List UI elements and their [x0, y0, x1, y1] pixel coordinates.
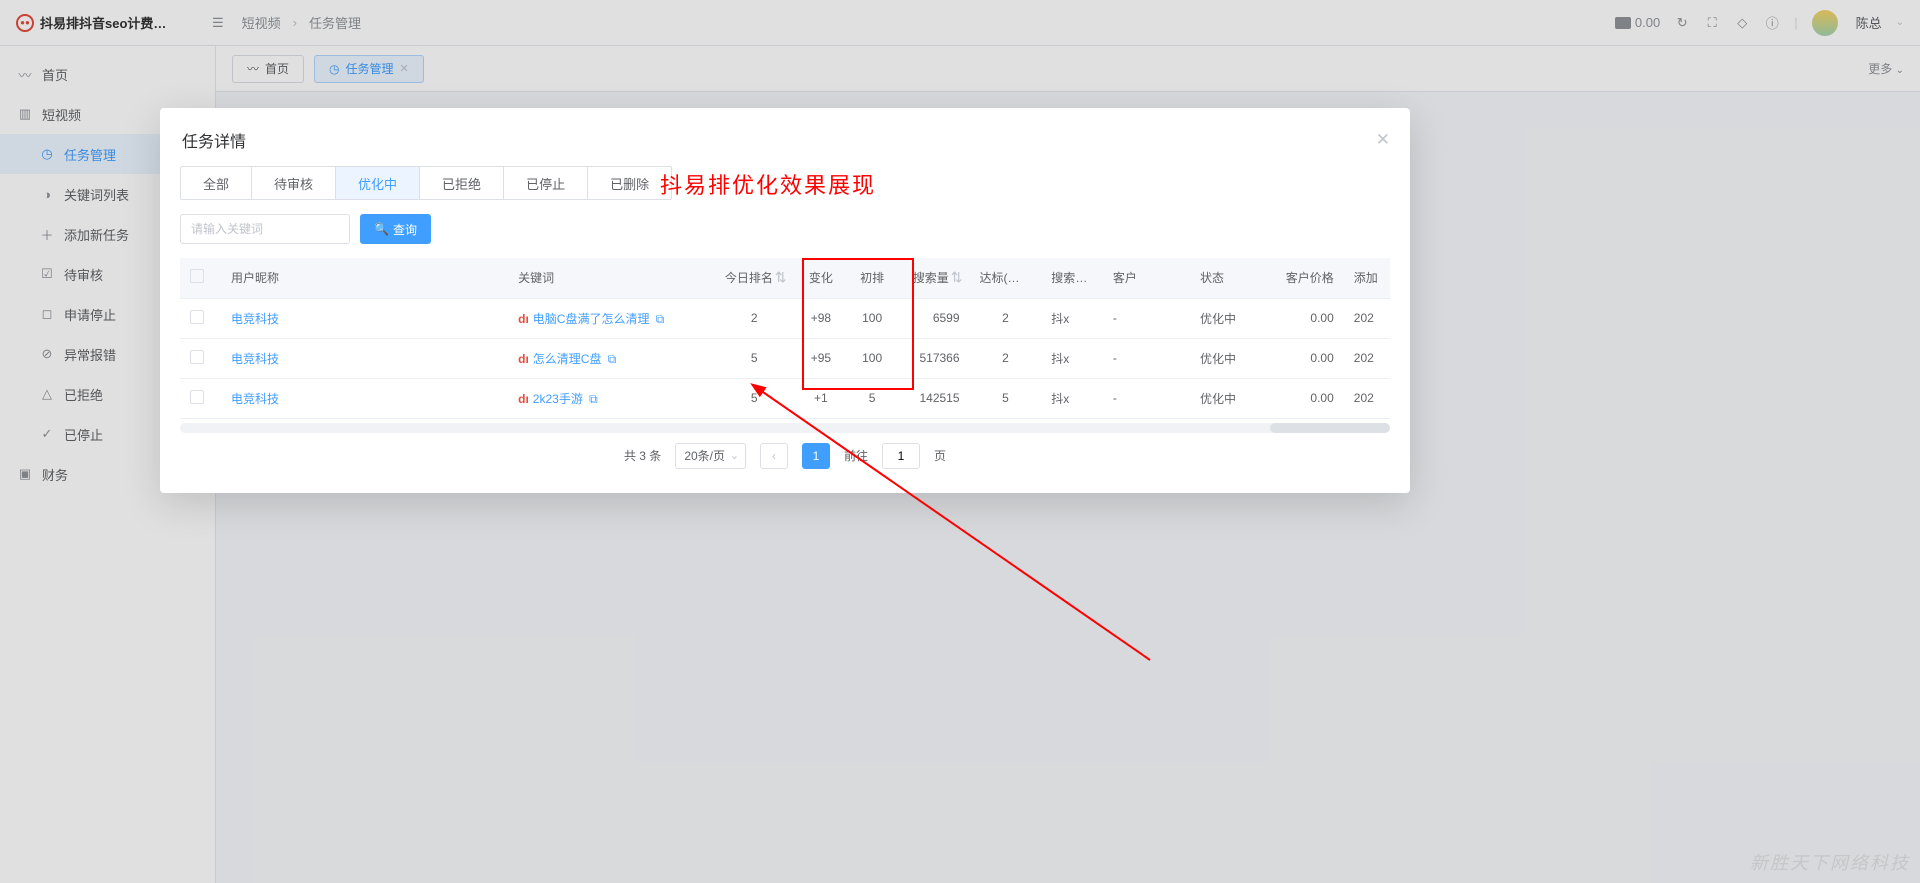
keyword-link[interactable]: 怎么清理C盘 — [533, 352, 602, 366]
external-link-icon[interactable]: ⧉ — [586, 392, 598, 406]
cell-days: 5 — [970, 378, 1042, 418]
col-keyword[interactable]: 关键词 — [508, 258, 713, 298]
search-icon: 🔍 — [374, 222, 389, 236]
sort-icon: ⇅ — [1026, 269, 1035, 285]
bars-icon: dı — [518, 352, 529, 366]
modal-title: 任务详情 — [182, 128, 246, 152]
modal-task-detail: 任务详情 ✕ 抖易排优化效果展现 全部待审核优化中已拒绝已停止已删除 🔍 查询 … — [160, 108, 1410, 493]
cell-keyword: dı 电脑C盘满了怎么清理 ⧉ — [508, 298, 713, 338]
cell-nickname: 电竞科技 — [221, 378, 508, 418]
cell-change: +98 — [795, 298, 846, 338]
col-initial[interactable]: 初排 — [847, 258, 898, 298]
page-size-select[interactable]: 20条/页 — [675, 443, 746, 469]
row-checkbox[interactable] — [180, 298, 221, 338]
cell-today-rank: 5 — [713, 378, 795, 418]
cell-status: 优化中 — [1190, 378, 1272, 418]
bars-icon: dı — [518, 312, 529, 326]
modal-header: 任务详情 ✕ — [160, 128, 1410, 166]
search-button[interactable]: 🔍 查询 — [360, 214, 431, 244]
col-today-rank[interactable]: 今日排名⇅ — [713, 258, 795, 298]
col-nickname[interactable]: 用户昵称 — [221, 258, 508, 298]
col-customer[interactable]: 客户 — [1103, 258, 1190, 298]
filter-tab-4[interactable]: 已停止 — [504, 167, 588, 199]
page-number-1[interactable]: 1 — [802, 443, 830, 469]
sort-icon: ⇅ — [775, 269, 784, 285]
sort-icon: ⇅ — [951, 269, 960, 285]
cell-status: 优化中 — [1190, 298, 1272, 338]
col-change[interactable]: 变化 — [795, 258, 846, 298]
external-link-icon[interactable]: ⧉ — [604, 352, 616, 366]
cell-days: 2 — [970, 338, 1042, 378]
cell-customer: - — [1103, 298, 1190, 338]
table-row: 电竞科技 dı 怎么清理C盘 ⧉ 5+951005173662抖x-优化中0.002… — [180, 338, 1390, 378]
table-row: 电竞科技 dı2k23手游 ⧉5+151425155抖x-优化中0.00202 — [180, 378, 1390, 418]
table-container: 用户昵称 关键词 今日排名⇅ 变化 初排 搜索量⇅ 达标(天)⇅ 搜索引擎 客户… — [180, 258, 1390, 419]
cell-price: 0.00 — [1272, 338, 1344, 378]
table-row: 电竞科技 dı电脑C盘满了怎么清理 ⧉2+9810065992抖x-优化中0.0… — [180, 298, 1390, 338]
cell-add: 202 — [1344, 338, 1390, 378]
cell-today-rank: 5 — [713, 338, 795, 378]
cell-change: +95 — [795, 338, 846, 378]
cell-days: 2 — [970, 298, 1042, 338]
cell-keyword: dı 怎么清理C盘 ⧉ — [508, 338, 713, 378]
annotation-text: 抖易排优化效果展现 — [660, 168, 876, 200]
table-horizontal-scrollbar[interactable] — [180, 423, 1390, 433]
cell-today-rank: 2 — [713, 298, 795, 338]
nickname-link[interactable]: 电竞科技 — [231, 392, 279, 406]
cell-search-vol: 142515 — [898, 378, 970, 418]
cell-add: 202 — [1344, 298, 1390, 338]
task-table: 用户昵称 关键词 今日排名⇅ 变化 初排 搜索量⇅ 达标(天)⇅ 搜索引擎 客户… — [180, 258, 1390, 419]
goto-label: 前往 — [844, 447, 868, 464]
table-header-row: 用户昵称 关键词 今日排名⇅ 变化 初排 搜索量⇅ 达标(天)⇅ 搜索引擎 客户… — [180, 258, 1390, 298]
col-engine[interactable]: 搜索引擎 — [1041, 258, 1103, 298]
cell-change: +1 — [795, 378, 846, 418]
col-price[interactable]: 客户价格 — [1272, 258, 1344, 298]
cell-initial: 100 — [847, 298, 898, 338]
nickname-link[interactable]: 电竞科技 — [231, 312, 279, 326]
filter-tab-1[interactable]: 待审核 — [252, 167, 336, 199]
goto-suffix: 页 — [934, 447, 946, 464]
keyword-input[interactable] — [180, 214, 350, 244]
cell-search-vol: 6599 — [898, 298, 970, 338]
page-total: 共 3 条 — [624, 447, 661, 464]
row-checkbox[interactable] — [180, 338, 221, 378]
cell-price: 0.00 — [1272, 298, 1344, 338]
filter-tab-5[interactable]: 已删除 — [588, 167, 671, 199]
external-link-icon[interactable]: ⧉ — [652, 312, 664, 326]
col-status[interactable]: 状态 — [1190, 258, 1272, 298]
page-prev-button[interactable]: ‹ — [760, 443, 788, 469]
filter-tab-0[interactable]: 全部 — [181, 167, 252, 199]
cell-price: 0.00 — [1272, 378, 1344, 418]
scrollbar-thumb[interactable] — [1270, 423, 1390, 433]
cell-engine: 抖x — [1041, 378, 1103, 418]
cell-customer: - — [1103, 378, 1190, 418]
cell-add: 202 — [1344, 378, 1390, 418]
col-days[interactable]: 达标(天)⇅ — [970, 258, 1042, 298]
cell-customer: - — [1103, 338, 1190, 378]
cell-initial: 5 — [847, 378, 898, 418]
keyword-link[interactable]: 电脑C盘满了怎么清理 — [533, 312, 650, 326]
search-row: 🔍 查询 — [180, 214, 1390, 244]
cell-status: 优化中 — [1190, 338, 1272, 378]
cell-engine: 抖x — [1041, 298, 1103, 338]
col-checkbox[interactable] — [180, 258, 221, 298]
col-search-vol[interactable]: 搜索量⇅ — [898, 258, 970, 298]
keyword-link[interactable]: 2k23手游 — [533, 392, 583, 406]
row-checkbox[interactable] — [180, 378, 221, 418]
cell-engine: 抖x — [1041, 338, 1103, 378]
col-add[interactable]: 添加 — [1344, 258, 1390, 298]
cell-nickname: 电竞科技 — [221, 338, 508, 378]
cell-search-vol: 517366 — [898, 338, 970, 378]
pagination: 共 3 条 20条/页 ‹ 1 前往 页 — [160, 443, 1410, 469]
cell-nickname: 电竞科技 — [221, 298, 508, 338]
modal-close-icon[interactable]: ✕ — [1376, 130, 1390, 150]
cell-keyword: dı 2k23手游 ⧉ — [508, 378, 713, 418]
nickname-link[interactable]: 电竞科技 — [231, 352, 279, 366]
filter-tab-3[interactable]: 已拒绝 — [420, 167, 504, 199]
cell-initial: 100 — [847, 338, 898, 378]
bars-icon: dı — [518, 392, 529, 406]
filter-tab-2[interactable]: 优化中 — [336, 167, 420, 199]
filter-tabs: 全部待审核优化中已拒绝已停止已删除 — [180, 166, 672, 200]
goto-input[interactable] — [882, 443, 920, 469]
